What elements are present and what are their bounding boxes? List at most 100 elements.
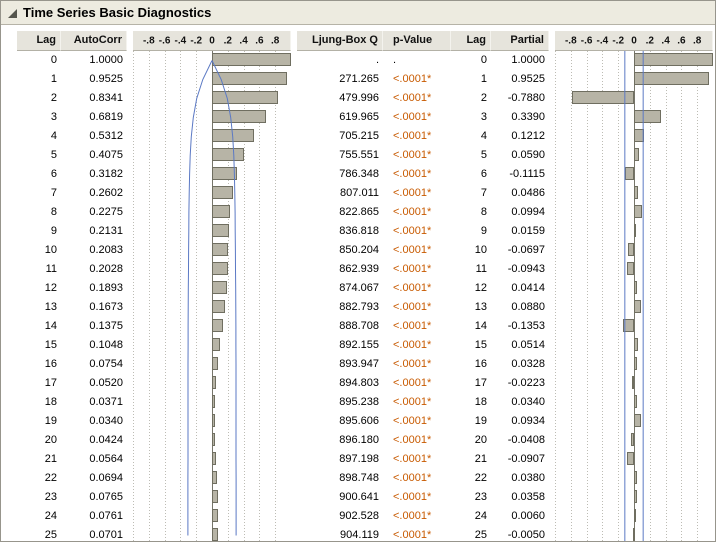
acf-bar-cell <box>133 431 291 450</box>
column-header-p-value[interactable]: p-Value <box>383 31 451 51</box>
cell-lag: 20 <box>17 431 61 450</box>
cell-lag-2: 18 <box>451 393 491 412</box>
acf-bar-cell <box>133 127 291 146</box>
cell-lag: 6 <box>17 165 61 184</box>
table-row[interactable]: 10 0.2083 850.204 <.0001* 10 -0.0697 <box>1 241 715 260</box>
column-header-autocorr[interactable]: AutoCorr <box>61 31 127 51</box>
cell-p-value: <.0001* <box>383 412 451 431</box>
disclosure-triangle-icon[interactable] <box>6 7 18 19</box>
table-row[interactable]: 4 0.5312 705.215 <.0001* 4 0.1212 <box>1 127 715 146</box>
cell-ljung-box-q: 893.947 <box>297 355 383 374</box>
pacf-bar <box>634 110 661 123</box>
cell-partial: 0.0590 <box>491 146 549 165</box>
axis-tick-label: 0 <box>631 31 637 50</box>
axis-tick-label: 0 <box>209 31 215 50</box>
cell-lag-2: 3 <box>451 108 491 127</box>
table-row[interactable]: 5 0.4075 755.551 <.0001* 5 0.0590 <box>1 146 715 165</box>
pacf-bar-cell <box>555 51 713 70</box>
table-row[interactable]: 3 0.6819 619.965 <.0001* 3 0.3390 <box>1 108 715 127</box>
axis-tick-label: -.6 <box>159 31 171 50</box>
table-row[interactable]: 19 0.0340 895.606 <.0001* 19 0.0934 <box>1 412 715 431</box>
cell-lag: 14 <box>17 317 61 336</box>
axis-tick-label: .8 <box>693 31 701 50</box>
pacf-bar <box>634 186 638 199</box>
acf-bar <box>212 148 244 161</box>
cell-partial: 1.0000 <box>491 51 549 70</box>
cell-partial: 0.0486 <box>491 184 549 203</box>
cell-partial: 0.0414 <box>491 279 549 298</box>
cell-partial: -0.1115 <box>491 165 549 184</box>
cell-lag-2: 11 <box>451 260 491 279</box>
acf-bar <box>212 281 227 294</box>
table-row[interactable]: 16 0.0754 893.947 <.0001* 16 0.0328 <box>1 355 715 374</box>
column-header-ljung-box-q[interactable]: Ljung-Box Q <box>297 31 383 51</box>
table-row[interactable]: 22 0.0694 898.748 <.0001* 22 0.0380 <box>1 469 715 488</box>
acf-bar-cell <box>133 184 291 203</box>
acf-bar-cell <box>133 298 291 317</box>
cell-p-value: <.0001* <box>383 70 451 89</box>
pacf-bar <box>634 53 713 66</box>
table-row[interactable]: 12 0.1893 874.067 <.0001* 12 0.0414 <box>1 279 715 298</box>
pacf-bar <box>625 167 634 180</box>
cell-ljung-box-q: 836.818 <box>297 222 383 241</box>
acf-bar-cell <box>133 241 291 260</box>
cell-autocorr: 0.0520 <box>61 374 127 393</box>
table-row[interactable]: 0 1.0000 . . 0 1.0000 <box>1 51 715 70</box>
acf-bar <box>212 243 228 256</box>
table-row[interactable]: 18 0.0371 895.238 <.0001* 18 0.0340 <box>1 393 715 412</box>
table-row[interactable]: 14 0.1375 888.708 <.0001* 14 -0.1353 <box>1 317 715 336</box>
cell-lag-2: 25 <box>451 526 491 542</box>
pacf-bar-cell <box>555 260 713 279</box>
cell-partial: 0.1212 <box>491 127 549 146</box>
time-series-diagnostics-panel: Time Series Basic Diagnostics Lag AutoCo… <box>0 0 716 542</box>
acf-bar-cell <box>133 165 291 184</box>
cell-partial: 0.0328 <box>491 355 549 374</box>
cell-autocorr: 0.0694 <box>61 469 127 488</box>
column-header-partial[interactable]: Partial <box>491 31 549 51</box>
table-row[interactable]: 7 0.2602 807.011 <.0001* 7 0.0486 <box>1 184 715 203</box>
pacf-bar <box>634 490 637 503</box>
table-row[interactable]: 11 0.2028 862.939 <.0001* 11 -0.0943 <box>1 260 715 279</box>
column-header-lag-2[interactable]: Lag <box>451 31 491 51</box>
pacf-bar-cell <box>555 70 713 89</box>
cell-autocorr: 0.2028 <box>61 260 127 279</box>
table-row[interactable]: 21 0.0564 897.198 <.0001* 21 -0.0907 <box>1 450 715 469</box>
cell-p-value: <.0001* <box>383 241 451 260</box>
acf-bar-cell <box>133 507 291 526</box>
table-row[interactable]: 9 0.2131 836.818 <.0001* 9 0.0159 <box>1 222 715 241</box>
cell-autocorr: 0.0761 <box>61 507 127 526</box>
pacf-bar-cell <box>555 526 713 542</box>
acf-bar <box>212 471 217 484</box>
cell-ljung-box-q: 850.204 <box>297 241 383 260</box>
table-row[interactable]: 1 0.9525 271.265 <.0001* 1 0.9525 <box>1 70 715 89</box>
cell-ljung-box-q: 894.803 <box>297 374 383 393</box>
cell-lag: 12 <box>17 279 61 298</box>
table-row[interactable]: 24 0.0761 902.528 <.0001* 24 0.0060 <box>1 507 715 526</box>
acf-bar-cell <box>133 279 291 298</box>
cell-partial: 0.0880 <box>491 298 549 317</box>
cell-autocorr: 0.1048 <box>61 336 127 355</box>
table-row[interactable]: 17 0.0520 894.803 <.0001* 17 -0.0223 <box>1 374 715 393</box>
cell-autocorr: 0.0371 <box>61 393 127 412</box>
table-row[interactable]: 15 0.1048 892.155 <.0001* 15 0.0514 <box>1 336 715 355</box>
pacf-bar <box>634 72 709 85</box>
pacf-bar-cell <box>555 108 713 127</box>
cell-p-value: <.0001* <box>383 260 451 279</box>
cell-ljung-box-q: 862.939 <box>297 260 383 279</box>
table-row[interactable]: 13 0.1673 882.793 <.0001* 13 0.0880 <box>1 298 715 317</box>
cell-ljung-box-q: 807.011 <box>297 184 383 203</box>
table-row[interactable]: 6 0.3182 786.348 <.0001* 6 -0.1115 <box>1 165 715 184</box>
pacf-bar-cell <box>555 89 713 108</box>
left-gutter <box>1 31 17 51</box>
panel-titlebar[interactable]: Time Series Basic Diagnostics <box>1 1 715 25</box>
cell-lag-2: 1 <box>451 70 491 89</box>
table-row[interactable]: 23 0.0765 900.641 <.0001* 23 0.0358 <box>1 488 715 507</box>
pacf-bar-cell <box>555 203 713 222</box>
table-row[interactable]: 8 0.2275 822.865 <.0001* 8 0.0994 <box>1 203 715 222</box>
table-row[interactable]: 20 0.0424 896.180 <.0001* 20 -0.0408 <box>1 431 715 450</box>
acf-bar <box>212 528 218 541</box>
table-row[interactable]: 25 0.0701 904.119 <.0001* 25 -0.0050 <box>1 526 715 542</box>
column-header-lag[interactable]: Lag <box>17 31 61 51</box>
acf-bar <box>212 300 225 313</box>
table-row[interactable]: 2 0.8341 479.996 <.0001* 2 -0.7880 <box>1 89 715 108</box>
